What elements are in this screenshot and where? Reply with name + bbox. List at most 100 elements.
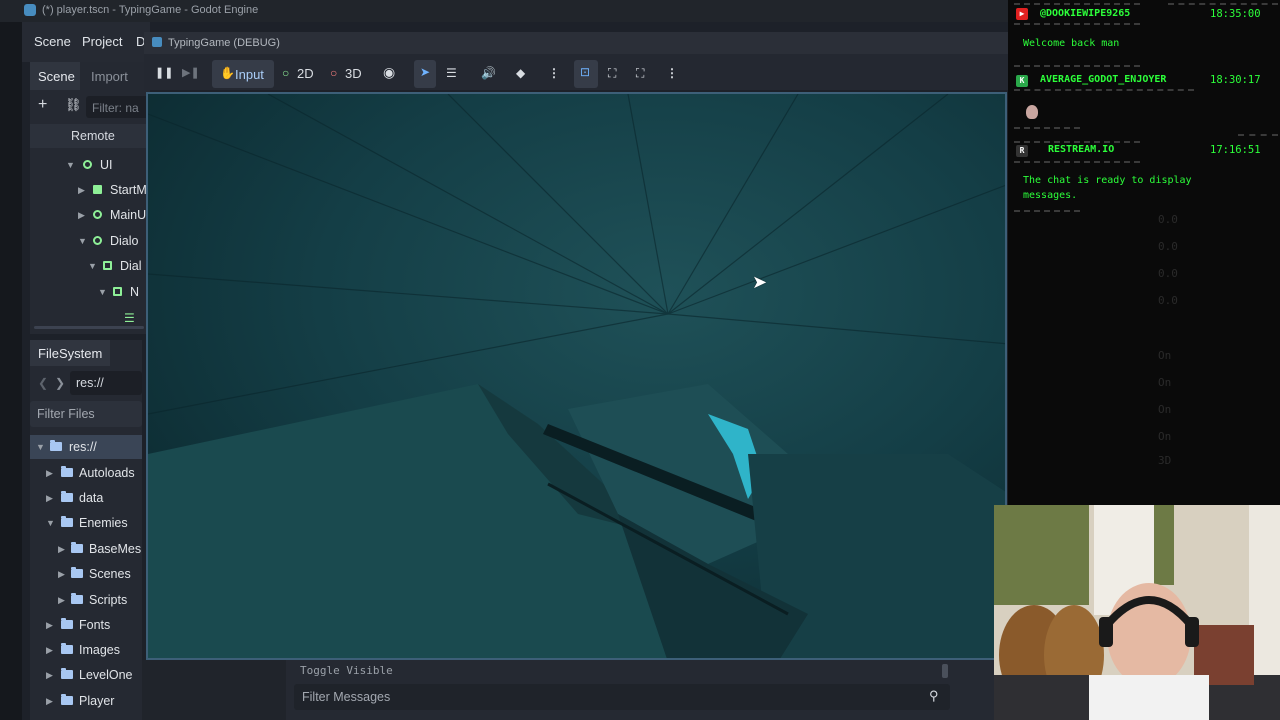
chevron-right-icon[interactable]: ▶ <box>46 645 53 656</box>
ghost-inspector-text: On <box>1158 376 1172 389</box>
scene-tree-item-mainui[interactable]: ▶ MainU <box>78 205 150 227</box>
output-scrollbar[interactable] <box>942 664 948 678</box>
menu-scene[interactable]: Scene <box>34 34 71 49</box>
game-scene <box>148 94 1005 658</box>
add-node-icon[interactable]: + <box>38 96 47 114</box>
list-select-icon[interactable]: ☰ <box>446 66 457 80</box>
chevron-right-icon[interactable]: ▶ <box>46 468 53 479</box>
chat-divider <box>1014 127 1080 130</box>
toggle-visible-button[interactable]: Toggle Visible <box>300 664 393 677</box>
scene-tree-item-dial[interactable]: ▼ Dial <box>88 256 150 278</box>
filesystem-path-field[interactable]: res:// <box>70 371 142 395</box>
youtube-badge-icon: ▶ <box>1016 8 1028 20</box>
more-options-icon[interactable]: ⋮ <box>666 66 678 80</box>
tab-import[interactable]: Import <box>91 69 128 84</box>
camera-override-button[interactable]: ⊡ <box>574 60 598 88</box>
folder-icon <box>61 694 73 705</box>
fs-item-autoloads[interactable]: ▶ Autoloads <box>46 461 142 485</box>
chevron-right-icon[interactable]: ▶ <box>46 620 53 631</box>
search-icon[interactable]: ⚲ <box>929 688 939 704</box>
input-button[interactable]: ✋ Input <box>212 60 274 88</box>
fs-item-player[interactable]: ▶ Player <box>46 689 142 713</box>
scene-filter-input[interactable]: Filter: na <box>86 96 150 118</box>
chat-divider <box>1014 65 1140 68</box>
hand-icon: ✋ <box>220 66 235 80</box>
folder-icon <box>61 491 73 502</box>
chevron-down-icon[interactable]: ▼ <box>66 160 75 170</box>
chevron-down-icon[interactable]: ▼ <box>78 236 87 246</box>
chat-divider <box>1014 3 1140 6</box>
chevron-down-icon[interactable]: ▼ <box>88 261 97 271</box>
fullscreen-icon[interactable]: ⛶ <box>636 66 644 81</box>
link-icon[interactable]: ⛓ <box>65 97 82 113</box>
3d-mode-button[interactable]: 3D <box>345 66 362 81</box>
next-frame-icon[interactable]: ▶❚ <box>182 66 200 79</box>
label-node-icon: ☰ <box>124 311 135 325</box>
camera-icon[interactable]: ◆ <box>516 66 525 80</box>
chat-timestamp: 18:35:00 <box>1210 8 1261 20</box>
chevron-down-icon[interactable]: ▼ <box>98 287 107 297</box>
folder-icon <box>71 567 83 578</box>
scene-tree-item-dialogue[interactable]: ▼ Dialo <box>78 231 150 253</box>
debug-window-title-bar[interactable]: TypingGame (DEBUG) <box>144 32 1010 54</box>
game-viewport[interactable]: ➤ <box>146 92 1007 660</box>
fs-item-scripts[interactable]: ▶ Scripts <box>58 588 142 612</box>
fs-item-enemies[interactable]: ▼ Enemies <box>46 511 142 535</box>
2d-mode-button[interactable]: 2D <box>297 66 314 81</box>
filter-files-input[interactable]: Filter Files <box>30 401 142 427</box>
filter-messages-input[interactable]: Filter Messages ⚲ <box>294 684 950 710</box>
chevron-right-icon[interactable]: ▶ <box>46 696 53 707</box>
fit-icon[interactable]: ⛶ <box>608 66 616 81</box>
tab-scene[interactable]: Scene <box>38 69 75 84</box>
fs-item-fonts[interactable]: ▶ Fonts <box>46 613 142 637</box>
stream-chat-overlay: 0.0 0.0 0.0 0.0 On On On On 3D ▶ @DOOKIE… <box>1008 0 1280 505</box>
texture-rect-icon <box>113 287 122 296</box>
chat-divider <box>1014 161 1140 164</box>
filter-messages-placeholder: Filter Messages <box>302 690 391 704</box>
editor-title-bar: (*) player.tscn - TypingGame - Godot Eng… <box>0 0 1008 22</box>
back-icon[interactable]: ❮ <box>38 376 48 390</box>
select-button[interactable]: ➤ <box>414 60 436 88</box>
audio-icon[interactable]: 🔊 <box>481 66 496 80</box>
chat-timestamp: 17:16:51 <box>1210 144 1261 156</box>
fs-item-root[interactable]: ▼ res:// <box>36 435 142 459</box>
tab-filesystem[interactable]: FileSystem <box>38 346 102 361</box>
chevron-right-icon[interactable]: ▶ <box>58 544 65 555</box>
folder-icon <box>71 593 83 604</box>
chat-divider <box>1238 134 1278 137</box>
chevron-right-icon[interactable]: ▶ <box>78 210 85 221</box>
chat-divider <box>1168 3 1278 6</box>
chevron-down-icon[interactable]: ▼ <box>46 518 55 528</box>
fs-item-images[interactable]: ▶ Images <box>46 638 142 662</box>
chevron-right-icon[interactable]: ▶ <box>58 569 65 580</box>
scene-tree-item-ui[interactable]: ▼ UI <box>66 155 150 177</box>
folder-icon <box>61 643 73 654</box>
chevron-right-icon[interactable]: ▶ <box>46 493 53 504</box>
kick-badge-icon: K <box>1016 75 1028 87</box>
eye-icon[interactable]: ◉ <box>383 64 395 81</box>
forward-icon[interactable]: ❯ <box>55 376 65 390</box>
more-options-icon[interactable]: ⋮ <box>548 66 560 80</box>
control-node-icon <box>83 160 92 169</box>
fs-item-data[interactable]: ▶ data <box>46 486 142 510</box>
chevron-right-icon[interactable]: ▶ <box>78 185 85 196</box>
mouse-cursor-icon: ➤ <box>752 272 768 292</box>
godot-logo-icon <box>152 37 162 47</box>
desktop-left-strip <box>0 22 22 720</box>
debug-toolbar: ❚❚ ▶❚ ✋ Input ○ 2D ○ 3D ◉ ➤ ☰ 🔊 ◆ ⋮ ⊡ ⛶ … <box>144 58 1010 90</box>
webcam-image <box>994 505 1280 720</box>
fs-item-levelone[interactable]: ▶ LevelOne <box>46 663 142 687</box>
remote-button[interactable]: Remote <box>30 124 150 148</box>
fs-item-scenes[interactable]: ▶ Scenes <box>58 562 142 586</box>
editor-window-title: (*) player.tscn - TypingGame - Godot Eng… <box>42 4 259 16</box>
godot-logo-icon <box>24 4 36 16</box>
fs-item-basemesh[interactable]: ▶ BaseMes <box>58 537 142 561</box>
menu-project[interactable]: Project <box>82 34 122 49</box>
scene-tree-item-startmenu[interactable]: ▶ StartM <box>78 180 150 202</box>
scene-tree-item-n[interactable]: ▼ N <box>98 282 150 304</box>
chevron-right-icon[interactable]: ▶ <box>58 595 65 606</box>
editor-background <box>142 660 286 720</box>
chevron-right-icon[interactable]: ▶ <box>46 670 53 681</box>
chevron-down-icon[interactable]: ▼ <box>36 442 45 452</box>
pause-icon[interactable]: ❚❚ <box>155 66 173 79</box>
